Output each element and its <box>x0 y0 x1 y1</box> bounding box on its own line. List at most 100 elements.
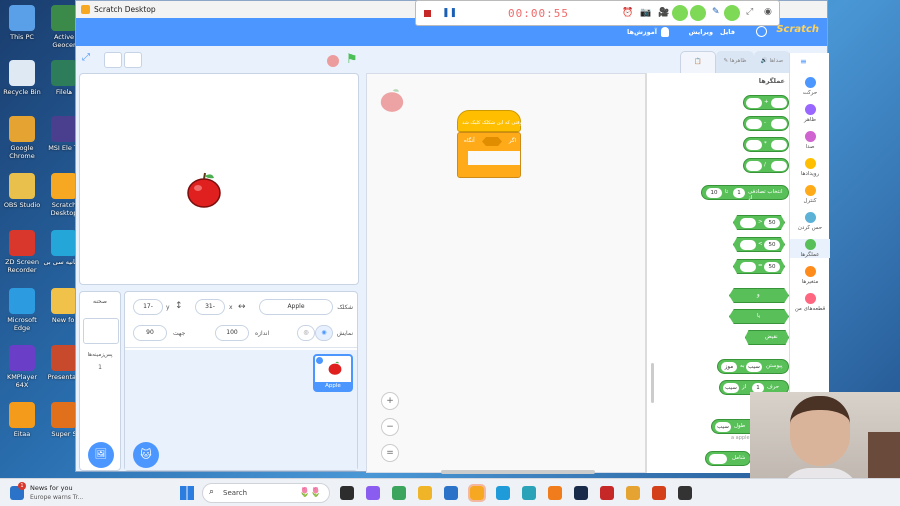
comparison-block[interactable]: = 50 <box>733 259 785 274</box>
taskbar-app-icon[interactable] <box>418 486 432 500</box>
desktop-icon[interactable]: Recycle Bin <box>0 60 44 96</box>
operator-block[interactable]: * <box>743 137 789 152</box>
large-stage-button[interactable] <box>124 52 142 68</box>
category-item[interactable]: حس کردن <box>790 212 830 231</box>
x-input[interactable]: 31- <box>195 299 225 315</box>
zoom-out-button[interactable]: − <box>381 418 399 436</box>
stage-target-panel[interactable]: صحنه پس‌زمینه‌ها 1 🖼 <box>79 291 121 471</box>
taskbar-app-icon[interactable] <box>548 486 562 500</box>
code-hscrollbar[interactable] <box>441 470 595 474</box>
desktop-icon[interactable]: Eitaa <box>0 402 44 438</box>
category-item[interactable]: عملگرها <box>790 239 830 258</box>
operator-block[interactable]: - <box>743 116 789 131</box>
category-item[interactable]: حرکت <box>790 77 830 96</box>
letter-word-input[interactable]: سیب <box>723 383 739 393</box>
random-to-input[interactable]: 10 <box>706 188 722 198</box>
y-input[interactable]: 17- <box>133 299 163 315</box>
random-block[interactable]: 10 تا 1 انتخاب تصادفی از <box>701 185 789 201</box>
stop-icon[interactable] <box>327 55 339 67</box>
speaker-icon[interactable] <box>690 5 706 21</box>
operand-input[interactable] <box>746 98 762 108</box>
taskbar-search[interactable]: ⌕ Search 🌷🌷 <box>202 483 330 503</box>
desktop-icon[interactable]: Microsoft Edge <box>0 288 44 332</box>
contains-input[interactable] <box>709 454 727 464</box>
operator-block[interactable]: + <box>743 95 789 110</box>
compare-left-input[interactable]: 50 <box>764 262 780 272</box>
show-visible-button[interactable]: ◉ <box>315 325 333 341</box>
category-menu-icon[interactable]: ≡ <box>800 57 807 66</box>
eye-icon[interactable]: ◉ <box>764 7 772 17</box>
alarm-icon[interactable]: ⏰ <box>622 8 633 18</box>
operand-input[interactable] <box>771 98 787 108</box>
desktop-icon[interactable]: OBS Studio <box>0 173 44 209</box>
taskbar-app-icon[interactable] <box>468 484 486 502</box>
stage[interactable] <box>79 73 359 285</box>
record-stop-icon[interactable] <box>424 10 431 17</box>
comparison-block[interactable]: <50 <box>733 237 785 252</box>
scratch-logo[interactable]: Scratch <box>776 24 819 35</box>
taskbar-app-icon[interactable] <box>626 486 640 500</box>
operand-input[interactable] <box>771 119 787 129</box>
fullscreen-icon[interactable]: ⤢ <box>82 52 100 68</box>
category-item[interactable]: متغیرها <box>790 266 830 285</box>
palette-scrollbar[interactable] <box>651 363 654 403</box>
compare-right-input[interactable] <box>740 218 756 228</box>
condition-slot[interactable] <box>482 137 502 146</box>
taskbar-app-icon[interactable] <box>600 486 614 500</box>
compare-right-input[interactable] <box>740 262 756 272</box>
taskbar-app-icon[interactable] <box>522 486 536 500</box>
sprite-name-input[interactable]: Apple <box>259 299 333 315</box>
sprite-thumb-apple[interactable]: Apple <box>313 354 353 392</box>
taskbar-app-icon[interactable] <box>366 486 380 500</box>
delete-sprite-icon[interactable] <box>316 357 323 364</box>
category-item[interactable]: صدا <box>790 131 830 150</box>
direction-input[interactable]: 90 <box>133 325 167 341</box>
camera-icon[interactable]: 📷 <box>640 8 651 18</box>
desktop-icon[interactable]: Google Chrome <box>0 116 44 160</box>
operand-input[interactable] <box>746 119 762 129</box>
news-subtitle[interactable]: Europe warns Tr... <box>30 494 83 501</box>
code-area[interactable]: وقتی که این شکلک کلیک شد اگر آنگاه + − = <box>366 73 646 474</box>
taskbar-app-icon[interactable] <box>340 486 354 500</box>
category-item[interactable]: ظاهر <box>790 104 830 123</box>
length-word-input[interactable]: سیب <box>715 422 731 432</box>
tab-sounds[interactable]: 🔊 صداها <box>754 51 790 73</box>
zoom-in-button[interactable]: + <box>381 392 399 410</box>
comparison-block[interactable]: >50 <box>733 215 785 230</box>
contains-block[interactable]: شامل <box>705 451 751 466</box>
random-from-input[interactable]: 1 <box>733 188 745 198</box>
boolean-block-and[interactable]: و <box>729 288 789 303</box>
hide-button[interactable]: ◎ <box>297 325 315 341</box>
operand-input[interactable] <box>771 140 787 150</box>
pause-icon[interactable]: ❚❚ <box>442 8 457 18</box>
operator-block[interactable]: / <box>743 158 789 173</box>
cursor-icon[interactable] <box>724 5 740 21</box>
size-input[interactable]: 100 <box>215 325 249 341</box>
compare-left-input[interactable]: 50 <box>764 218 780 228</box>
expand-icon[interactable]: ⤢ <box>746 7 753 17</box>
news-title[interactable]: News for you <box>30 484 73 492</box>
zoom-reset-button[interactable]: = <box>381 444 399 462</box>
join-a-input[interactable]: سیب <box>746 362 762 372</box>
tab-code[interactable]: 📋 <box>680 51 716 73</box>
tutorials-menu[interactable]: آموزش‌ها <box>627 28 657 36</box>
taskbar-app-icon[interactable] <box>678 486 692 500</box>
tab-costumes[interactable]: ✎ ظاهرها <box>716 51 754 73</box>
join-b-input[interactable]: موز <box>721 362 737 372</box>
desktop-icon[interactable]: This PC <box>0 5 44 41</box>
apple-sprite-icon[interactable] <box>184 170 224 210</box>
webcam-icon[interactable]: 🎥 <box>658 8 669 18</box>
boolean-block-not[interactable]: نقیض <box>745 330 789 345</box>
start-icon[interactable] <box>180 486 194 500</box>
desktop-icon[interactable]: KMPlayer 64X <box>0 345 44 389</box>
taskbar-app-icon[interactable] <box>652 486 666 500</box>
taskbar-app-icon[interactable] <box>496 486 510 500</box>
taskbar-app-icon[interactable] <box>392 486 406 500</box>
taskbar-app-icon[interactable] <box>574 486 588 500</box>
desktop-icon[interactable]: ZD Screen Recorder <box>0 230 44 274</box>
compare-left-input[interactable]: 50 <box>764 240 780 250</box>
if-block[interactable]: اگر آنگاه <box>457 132 521 178</box>
join-block[interactable]: موز به سیب پیوستن <box>717 359 789 374</box>
green-flag-icon[interactable]: ⚑ <box>346 52 358 67</box>
compare-right-input[interactable] <box>740 240 756 250</box>
